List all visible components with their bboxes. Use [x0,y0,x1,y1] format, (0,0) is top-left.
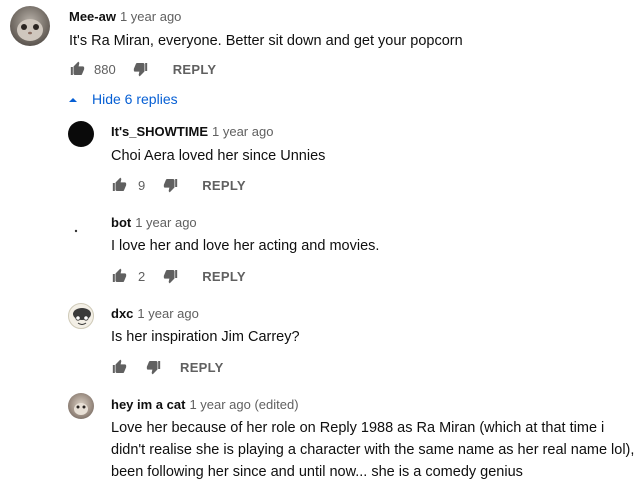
thumbs-down-icon[interactable] [162,177,179,193]
reply-actions: REPLY [111,359,224,375]
thumbs-up-icon[interactable] [111,359,128,375]
hide-replies-button[interactable]: Hide 6 replies [68,91,178,107]
dot-avatar-icon [74,229,78,233]
reply-text: Love her because of her role on Reply 19… [111,417,639,483]
reply-button[interactable]: REPLY [202,269,246,284]
comment-header: Mee-aw 1 year ago [69,8,181,26]
reply-header: bot 1 year ago [111,214,197,232]
cartoon-face-avatar-icon [73,308,91,325]
avatar[interactable] [68,121,94,147]
author-name[interactable]: Mee-aw [69,9,116,24]
comment-time[interactable]: 1 year ago [135,215,196,230]
comment-time[interactable]: 1 year ago [212,124,273,139]
reply-header: dxc 1 year ago [111,305,199,323]
reply-button[interactable]: REPLY [202,178,246,193]
comment-time[interactable]: 1 year ago [137,306,198,321]
reply-button[interactable]: REPLY [180,360,224,375]
avatar[interactable] [10,6,50,46]
author-name[interactable]: bot [111,215,131,230]
reply-actions: 2 REPLY [111,268,246,284]
comment-time[interactable]: 1 year ago (edited) [189,397,298,412]
author-name[interactable]: dxc [111,306,133,321]
reply-button[interactable]: REPLY [173,62,217,77]
thumbs-down-icon[interactable] [132,61,149,77]
reply-text: Is her inspiration Jim Carrey? [111,329,300,345]
comment-time[interactable]: 1 year ago [120,9,181,24]
author-name[interactable]: It's_SHOWTIME [111,124,208,139]
like-count: 880 [94,61,116,77]
thumbs-up-icon[interactable] [111,177,128,193]
caret-up-icon [68,91,78,107]
author-name[interactable]: hey im a cat [111,397,185,412]
avatar[interactable] [68,303,94,329]
reply-actions: 9 REPLY [111,177,246,193]
reply-text-line: didn't realise she is playing a characte… [111,442,635,458]
thumbs-down-icon[interactable] [162,268,179,284]
like-count: 9 [138,177,146,193]
hide-replies-label: Hide 6 replies [92,91,178,107]
comment-actions: 880 REPLY [69,61,216,77]
thumbs-up-icon[interactable] [111,268,128,284]
like-count: 2 [138,268,146,284]
avatar[interactable] [68,211,94,237]
reply-text-line: been following her since and until now..… [111,464,523,480]
reply-header: It's_SHOWTIME 1 year ago [111,123,273,141]
reply-text: Choi Aera loved her since Unnies [111,148,326,164]
cat-avatar-icon [17,19,43,41]
thumbs-down-icon[interactable] [145,359,162,375]
thumbs-up-icon[interactable] [69,61,86,77]
reply-text-line: Love her because of her role on Reply 19… [111,420,605,436]
avatar[interactable] [68,393,94,419]
reply-header: hey im a cat 1 year ago (edited) [111,396,299,414]
comment-text: It's Ra Miran, everyone. Better sit down… [69,33,463,49]
reply-text: I love her and love her acting and movie… [111,238,380,254]
cat-avatar-icon [74,403,88,415]
